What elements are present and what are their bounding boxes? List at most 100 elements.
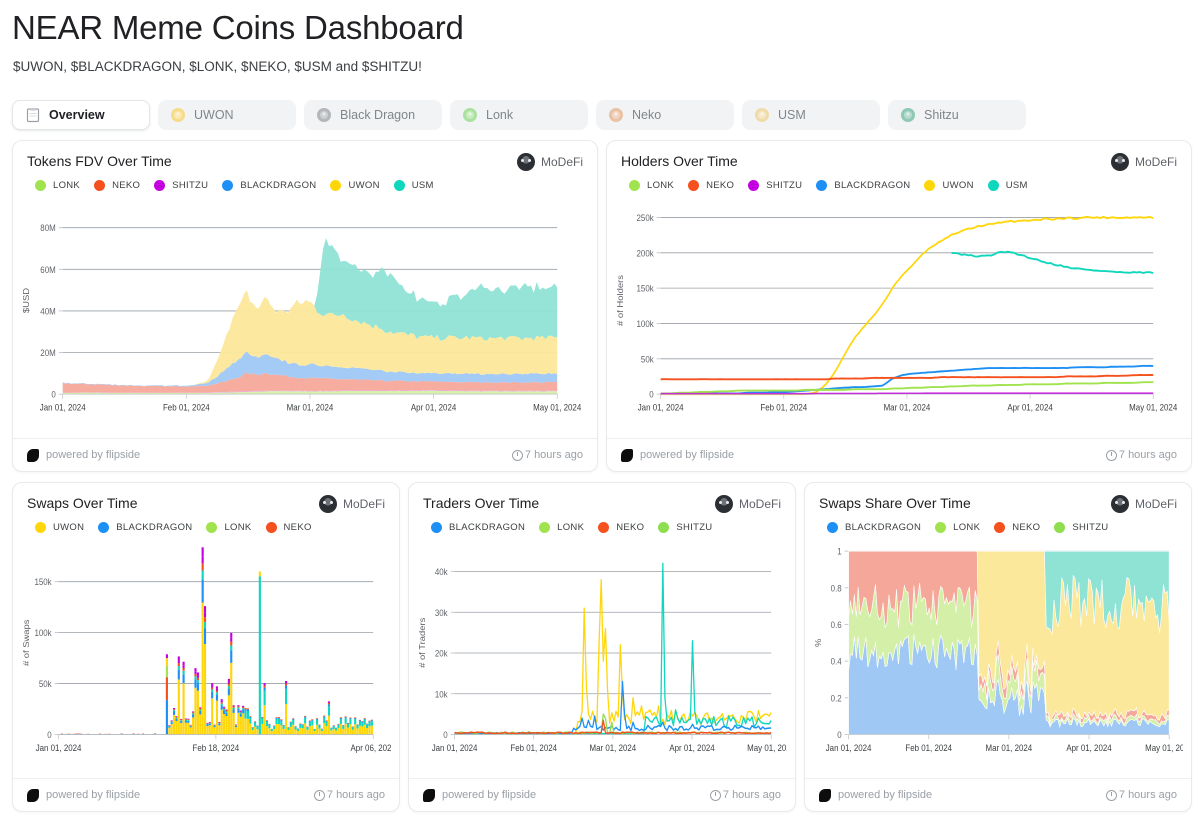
chart-title: Tokens FDV Over Time [27, 153, 172, 169]
author[interactable]: MoDeFi [1110, 153, 1177, 171]
legend-item-neko[interactable]: NEKO [94, 180, 140, 191]
legend-item-lonk[interactable]: LONK [935, 522, 980, 533]
legend-item-blackdragon[interactable]: BLACKDRAGON [827, 522, 921, 533]
svg-text:Jan 01, 2024: Jan 01, 2024 [36, 742, 82, 753]
plot-area[interactable]: 0 50k 100k 150k Jan 01, 2024 Feb 18, 2024 Apr … [13, 533, 399, 778]
legend-item-shitzu[interactable]: SHITZU [1054, 522, 1108, 533]
tab-neko[interactable]: Neko [596, 100, 734, 130]
tab-label: Neko [632, 108, 662, 122]
svg-text:0.6: 0.6 [831, 619, 842, 630]
tab-lonk[interactable]: Lonk [450, 100, 588, 130]
svg-text:1: 1 [837, 546, 842, 557]
legend-item-lonk[interactable]: LONK [35, 180, 80, 191]
tab-overview[interactable]: Overview [12, 100, 150, 130]
author[interactable]: MoDeFi [318, 495, 385, 513]
legend-swatch [598, 522, 610, 533]
svg-text:May 01, 2024: May 01, 2024 [1145, 742, 1183, 753]
svg-text:Jan 01, 2024: Jan 01, 2024 [638, 402, 684, 413]
dashboard-page: NEAR Meme Coins Dashboard $UWON, $BLACKD… [0, 6, 1200, 826]
legend-item-shitzu[interactable]: SHITZU [748, 180, 802, 191]
card-footer: powered by flipside 7 hours ago [607, 438, 1191, 471]
svg-text:40k: 40k [435, 566, 448, 577]
legend-item-neko[interactable]: NEKO [265, 522, 312, 533]
legend-item-blackdragon[interactable]: BLACKDRAGON [98, 522, 192, 533]
last-updated: 7 hours ago [313, 789, 385, 801]
legend-item-usm[interactable]: USM [393, 180, 434, 191]
legend-swatch [827, 522, 838, 533]
legend-label: BLACKDRAGON [449, 522, 526, 533]
legend-item-lonk[interactable]: LONK [629, 180, 674, 191]
legend-swatch [816, 180, 828, 191]
legend-item-lonk[interactable]: LONK [206, 522, 251, 533]
legend-label: NEKO [112, 180, 141, 191]
powered-by[interactable]: powered by flipside [27, 788, 140, 802]
legend-label: NEKO [706, 180, 735, 191]
legend-swatch [935, 522, 947, 533]
svg-text:Feb 01, 2024: Feb 01, 2024 [905, 742, 952, 753]
legend-item-blackdragon[interactable]: BLACKDRAGON [816, 180, 910, 191]
svg-text:150k: 150k [34, 577, 52, 588]
legend-swatch [431, 522, 442, 533]
plot-area[interactable]: 0 20M 40M 60M 80M Jan 01, 2024 Feb 01, 2024 Mar… [13, 191, 597, 438]
svg-text:150k: 150k [637, 283, 655, 294]
legend-swatch [539, 522, 551, 533]
legend-swatch [35, 180, 46, 191]
plot-area[interactable]: 0 10k 20k 30k 40k Jan 01, 2024 Feb 01, 2024 Mar… [409, 533, 795, 778]
plot-area[interactable]: 0 50k 100k 150k 200k 250k Jan 01, 2024 Feb 01, … [607, 191, 1191, 438]
svg-text:0: 0 [443, 729, 448, 740]
legend-item-usm[interactable]: USM [987, 180, 1028, 191]
legend-label: USM [1005, 180, 1028, 191]
svg-text:Mar 01, 2024: Mar 01, 2024 [986, 742, 1033, 753]
tab-usm[interactable]: USM [742, 100, 880, 130]
card-footer: powered by flipside 7 hours ago [409, 778, 795, 811]
neko-token-icon [609, 108, 623, 122]
tab-black-dragon[interactable]: Black Dragon [304, 100, 442, 130]
plot-area[interactable]: 0 0.2 0.4 0.6 0.8 1 Jan 01, 2024 Feb 01, 2024 Ma… [805, 533, 1191, 778]
svg-text:80M: 80M [40, 223, 55, 234]
chart-svg: 0 0.2 0.4 0.6 0.8 1 Jan 01, 2024 Feb 01, 2024 Ma… [814, 546, 1183, 753]
powered-by[interactable]: powered by flipside [819, 788, 932, 802]
legend-swatch [688, 180, 700, 191]
svg-text:Jan 01, 2024: Jan 01, 2024 [432, 742, 478, 753]
legend-item-shitzu[interactable]: SHITZU [154, 180, 208, 191]
svg-text:Apr 01, 2024: Apr 01, 2024 [411, 402, 457, 413]
svg-text:$USD: $USD [22, 288, 31, 313]
legend-item-uwon[interactable]: UWON [924, 180, 973, 191]
author-name: MoDeFi [342, 497, 385, 511]
author-name: MoDeFi [1134, 497, 1177, 511]
author[interactable]: MoDeFi [516, 153, 583, 171]
clock-icon [709, 789, 721, 801]
tab-label: Shitzu [924, 108, 959, 122]
powered-by[interactable]: powered by flipside [423, 788, 536, 802]
legend-item-blackdragon[interactable]: BLACKDRAGON [431, 522, 525, 533]
legend-label: UWON [942, 180, 974, 191]
legend-item-neko[interactable]: NEKO [994, 522, 1040, 533]
powered-by[interactable]: powered by flipside [621, 448, 734, 462]
svg-text:Apr 06, 2024: Apr 06, 2024 [351, 742, 391, 753]
legend-swatch [98, 522, 110, 533]
legend-label: UWON [348, 180, 380, 191]
tab-shitzu[interactable]: Shitzu [888, 100, 1026, 130]
legend-item-neko[interactable]: NEKO [598, 522, 644, 533]
legend-item-neko[interactable]: NEKO [688, 180, 734, 191]
legend-item-uwon[interactable]: UWON [330, 180, 379, 191]
powered-by[interactable]: powered by flipside [27, 448, 140, 462]
chart-legend: BLACKDRAGON LONK NEKO SHITZU [409, 513, 795, 533]
flipside-icon [819, 788, 831, 802]
svg-text:Apr 01, 2024: Apr 01, 2024 [1066, 742, 1111, 753]
svg-text:0.8: 0.8 [831, 583, 842, 594]
legend-label: SHITZU [1072, 522, 1109, 533]
author[interactable]: MoDeFi [714, 495, 781, 513]
legend-item-uwon[interactable]: UWON [35, 522, 84, 533]
legend-item-shitzu[interactable]: SHITZU [658, 522, 712, 533]
legend-item-blackdragon[interactable]: BLACKDRAGON [222, 180, 316, 191]
svg-text:40M: 40M [40, 306, 55, 317]
svg-text:Jan 01, 2024: Jan 01, 2024 [826, 742, 872, 753]
last-updated: 7 hours ago [1105, 789, 1177, 801]
author[interactable]: MoDeFi [1110, 495, 1177, 513]
card-footer: powered by flipside 7 hours ago [13, 438, 597, 471]
legend-label: SHITZU [766, 180, 803, 191]
legend-swatch [393, 180, 405, 191]
tab-uwon[interactable]: UWON [158, 100, 296, 130]
legend-item-lonk[interactable]: LONK [539, 522, 584, 533]
